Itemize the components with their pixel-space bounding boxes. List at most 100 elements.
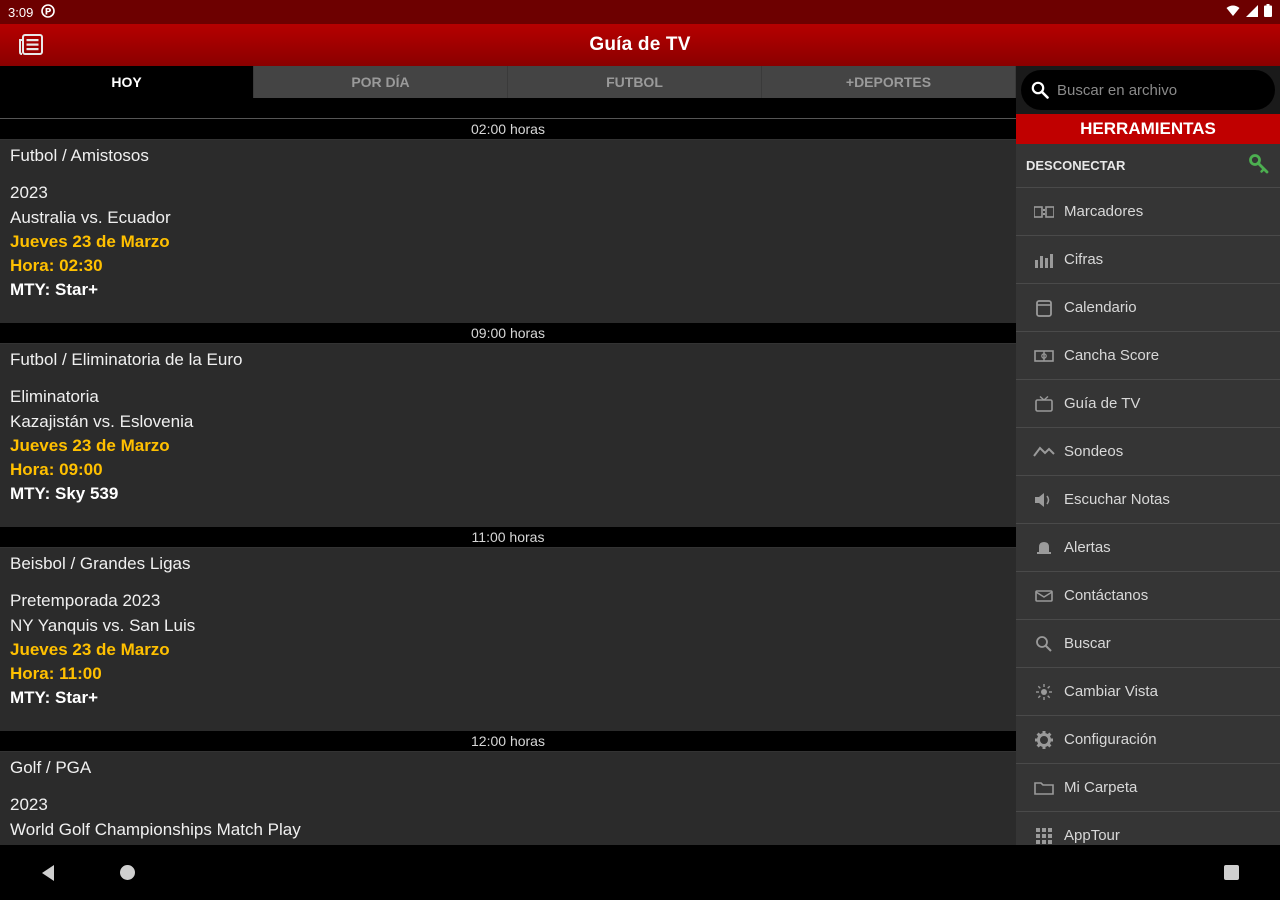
event-sport: Beisbol / Grandes Ligas bbox=[10, 554, 191, 573]
back-button[interactable] bbox=[40, 864, 56, 887]
menu-item-label: Marcadores bbox=[1064, 203, 1144, 220]
tab-mas-deportes[interactable]: +DEPORTES bbox=[762, 66, 1016, 98]
search-area: Buscar en archivo bbox=[1016, 66, 1280, 114]
event-description: Pretemporada 2023 bbox=[10, 591, 161, 610]
hour-separator: 09:00 horas bbox=[0, 323, 1016, 344]
tab-bar: HOY POR DÍA FUTBOL +DEPORTES bbox=[0, 66, 1016, 98]
menu-item-cifras[interactable]: Cifras bbox=[1016, 236, 1280, 284]
status-bar: 3:09 P bbox=[0, 0, 1280, 24]
menu-item-escuchar-notas[interactable]: Escuchar Notas bbox=[1016, 476, 1280, 524]
app-bar: Guía de TV bbox=[0, 24, 1280, 66]
menu-item-label: Cambiar Vista bbox=[1064, 683, 1158, 700]
event-item[interactable]: Golf / PGA 2023 World Golf Championships… bbox=[0, 752, 1016, 845]
event-description: 2023 bbox=[10, 183, 48, 202]
event-time: Hora: 02:30 bbox=[10, 256, 103, 275]
menu-item-mi-carpeta[interactable]: Mi Carpeta bbox=[1016, 764, 1280, 812]
menu-item-label: Sondeos bbox=[1064, 443, 1124, 460]
menu-item-calendario[interactable]: Calendario bbox=[1016, 284, 1280, 332]
tab-por-dia[interactable]: POR DÍA bbox=[254, 66, 508, 98]
menu-item-buscar[interactable]: Buscar bbox=[1016, 620, 1280, 668]
tab-hoy[interactable]: HOY bbox=[0, 66, 254, 98]
svg-text:P: P bbox=[45, 7, 52, 17]
home-button[interactable] bbox=[120, 865, 135, 880]
brightness-icon bbox=[1032, 680, 1056, 704]
event-item[interactable]: Futbol / Eliminatoria de la Euro Elimina… bbox=[0, 344, 1016, 527]
menu-item-label: Mi Carpeta bbox=[1064, 779, 1138, 796]
system-nav-bar bbox=[0, 845, 1280, 900]
event-description: 2023 bbox=[10, 795, 48, 814]
list-top-spacer bbox=[0, 98, 1016, 119]
menu-item-label: Cifras bbox=[1064, 251, 1104, 268]
menu-item-label: Escuchar Notas bbox=[1064, 491, 1170, 508]
notification-icon: P bbox=[41, 3, 56, 21]
tv-guide-list[interactable]: 02:00 horas Futbol / Amistosos 2023 Aust… bbox=[0, 98, 1016, 845]
menu-item-sondeos[interactable]: Sondeos bbox=[1016, 428, 1280, 476]
menu-item-marcadores[interactable]: Marcadores bbox=[1016, 188, 1280, 236]
hour-separator: 12:00 horas bbox=[0, 731, 1016, 752]
event-date: Jueves 23 de Marzo bbox=[10, 640, 170, 659]
menu-item-contactanos[interactable]: Contáctanos bbox=[1016, 572, 1280, 620]
search-placeholder: Buscar en archivo bbox=[1057, 81, 1178, 99]
news-menu-button[interactable] bbox=[18, 33, 44, 57]
menu-item-apptour[interactable]: AppTour bbox=[1016, 812, 1280, 845]
event-sport: Futbol / Eliminatoria de la Euro bbox=[10, 350, 243, 369]
event-time: Hora: 11:00 bbox=[10, 664, 102, 683]
event-matchup: World Golf Championships Match Play bbox=[10, 820, 301, 839]
calendar-icon bbox=[1032, 296, 1056, 320]
search-icon bbox=[1032, 632, 1056, 656]
menu-item-cambiar-vista[interactable]: Cambiar Vista bbox=[1016, 668, 1280, 716]
hour-separator: 11:00 horas bbox=[0, 527, 1016, 548]
menu-item-label: AppTour bbox=[1064, 827, 1120, 844]
tools-panel: Buscar en archivo HERRAMIENTAS DESCONECT… bbox=[1016, 66, 1280, 845]
event-description: Eliminatoria bbox=[10, 387, 99, 406]
disconnect-button[interactable]: DESCONECTAR bbox=[1016, 144, 1280, 188]
disconnect-label: DESCONECTAR bbox=[1026, 158, 1126, 173]
hour-separator: 02:00 horas bbox=[0, 119, 1016, 140]
archive-search-input[interactable]: Buscar en archivo bbox=[1021, 70, 1275, 110]
menu-item-label: Alertas bbox=[1064, 539, 1111, 556]
tools-header: HERRAMIENTAS bbox=[1016, 114, 1280, 144]
event-channel: MTY: Sky 539 bbox=[10, 484, 119, 503]
wifi-icon bbox=[1226, 5, 1240, 20]
grid-icon bbox=[1032, 824, 1056, 846]
page-title: Guía de TV bbox=[589, 34, 691, 55]
field-icon bbox=[1032, 344, 1056, 368]
menu-item-label: Contáctanos bbox=[1064, 587, 1149, 604]
menu-item-label: Configuración bbox=[1064, 731, 1157, 748]
battery-icon bbox=[1264, 4, 1272, 20]
event-matchup: Australia vs. Ecuador bbox=[10, 208, 171, 227]
event-channel: MTY: Star+ bbox=[10, 688, 99, 707]
event-sport: Futbol / Amistosos bbox=[10, 146, 149, 165]
menu-item-guia-de-tv[interactable]: Guía de TV bbox=[1016, 380, 1280, 428]
recents-button[interactable] bbox=[1224, 865, 1239, 880]
speaker-icon bbox=[1032, 488, 1056, 512]
event-matchup: NY Yanquis vs. San Luis bbox=[10, 616, 196, 635]
menu-item-label: Cancha Score bbox=[1064, 347, 1160, 364]
news-icon bbox=[19, 34, 43, 55]
event-matchup: Kazajistán vs. Eslovenia bbox=[10, 412, 194, 431]
menu-item-cancha-score[interactable]: Cancha Score bbox=[1016, 332, 1280, 380]
event-item[interactable]: Beisbol / Grandes Ligas Pretemporada 202… bbox=[0, 548, 1016, 731]
event-time: Hora: 09:00 bbox=[10, 460, 103, 479]
search-icon bbox=[1031, 81, 1049, 99]
menu-item-label: Buscar bbox=[1064, 635, 1111, 652]
event-date: Jueves 23 de Marzo bbox=[10, 232, 170, 251]
key-icon bbox=[1248, 153, 1270, 178]
stats-icon bbox=[1032, 248, 1056, 272]
signal-icon bbox=[1246, 4, 1258, 20]
status-time: 3:09 bbox=[8, 4, 34, 20]
back-icon bbox=[42, 865, 54, 881]
tv-icon bbox=[1032, 392, 1056, 416]
event-sport: Golf / PGA bbox=[10, 758, 92, 777]
gear-icon bbox=[1032, 728, 1056, 752]
menu-item-label: Calendario bbox=[1064, 299, 1137, 316]
tab-futbol[interactable]: FUTBOL bbox=[508, 66, 762, 98]
menu-item-alertas[interactable]: Alertas bbox=[1016, 524, 1280, 572]
scoreboard-icon bbox=[1032, 200, 1056, 224]
event-date: Jueves 23 de Marzo bbox=[10, 436, 170, 455]
event-item[interactable]: Futbol / Amistosos 2023 Australia vs. Ec… bbox=[0, 140, 1016, 323]
alert-icon bbox=[1032, 536, 1056, 560]
menu-item-configuracion[interactable]: Configuración bbox=[1016, 716, 1280, 764]
event-channel: MTY: Star+ bbox=[10, 280, 99, 299]
folder-icon bbox=[1032, 776, 1056, 800]
